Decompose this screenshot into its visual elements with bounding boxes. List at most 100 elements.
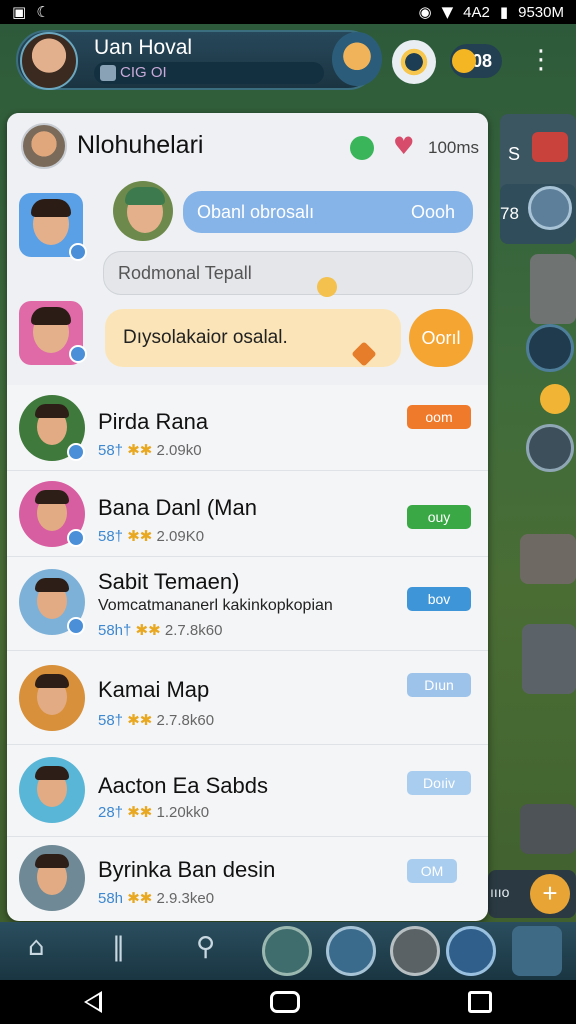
group-avatar[interactable]: [21, 123, 67, 169]
list-item[interactable]: Kamai Map 58† ✱✱ 2.7.8k60 Dıun: [7, 651, 488, 745]
contact-subtitle: Vomcatmananerl kakinkopkopian: [98, 597, 333, 614]
emoji-icon[interactable]: [317, 277, 337, 297]
rock-block: [520, 534, 576, 584]
sender-avatar[interactable]: [19, 301, 87, 365]
message-input[interactable]: Rodmonal Tepall: [103, 251, 473, 295]
hair-shape: [35, 766, 69, 780]
contact-name: Aacton Ea Sabds: [98, 773, 269, 798]
status-badge: [67, 617, 85, 635]
recent-apps-icon[interactable]: [468, 991, 492, 1013]
home-button-icon[interactable]: [270, 991, 300, 1013]
side-hud-bottom[interactable]: ıııo +: [488, 870, 576, 918]
shield-icon[interactable]: [446, 926, 496, 976]
contact-meta: 58† ✱✱ 2.7.8k60: [98, 711, 214, 729]
hero-icon[interactable]: [332, 32, 382, 86]
game-header: Uan Hoval CIG OI 08 ⋮: [10, 26, 566, 96]
side-hud-top-label: S: [508, 144, 521, 164]
stone-ruin: [520, 804, 576, 854]
stars-icon: ✱✱: [135, 622, 161, 639]
coin-icon: [452, 49, 476, 73]
status-tag[interactable]: bov: [407, 587, 471, 611]
battery-icon: ▮: [499, 3, 509, 21]
hair-shape: [35, 854, 69, 868]
hair-shape: [35, 490, 69, 504]
moon-icon: ☾: [36, 3, 50, 21]
paint-icon[interactable]: [262, 926, 312, 976]
contact-meta-lead: 28†: [98, 804, 124, 821]
hair-shape: [31, 199, 71, 217]
member-count: 100ms: [428, 138, 480, 157]
message-text: Dıysolakaior osalal.: [123, 327, 288, 348]
side-hud-top[interactable]: S: [500, 114, 576, 194]
contact-meta-lead: 58†: [98, 528, 124, 545]
home-icon[interactable]: ⌂: [28, 932, 45, 962]
message-bubble-blue[interactable]: Obanl obrosalı Oooh: [183, 191, 473, 233]
game-toolbar: ⌂ ‖ ⚲: [0, 922, 576, 980]
hat-shape: [125, 187, 165, 205]
contact-name: Pirda Rana: [98, 409, 209, 434]
eye-status-icon: ◉: [418, 3, 432, 21]
group-name: Nlohuhelari: [77, 131, 204, 159]
status-badge: [67, 443, 85, 461]
contact-meta-lead: 58†: [98, 712, 124, 729]
sender-avatar[interactable]: [19, 193, 87, 261]
status-tag[interactable]: ouy: [407, 505, 471, 529]
side-hud-mid-label: 78: [500, 204, 519, 223]
contact-name: Byrinka Ban desin: [98, 857, 276, 882]
status-badge: [69, 243, 87, 261]
clan-icon: [100, 65, 116, 81]
pause-icon[interactable]: ‖: [112, 932, 125, 962]
leader-avatar[interactable]: [113, 181, 173, 241]
player-name: Uan Hoval: [94, 36, 193, 59]
stars-icon: ✱✱: [127, 890, 153, 907]
quill-button-icon[interactable]: [512, 926, 562, 976]
list-item[interactable]: Aacton Ea Sabds 28† ✱✱ 1.20kk0 Doıiv: [7, 745, 488, 837]
contact-meta-value: 2.09K0: [156, 528, 205, 545]
list-item[interactable]: Byrinka Ban desin 58h ✱✱ 2.9.3ke0 OM: [7, 837, 488, 921]
contact-meta-lead: 58h: [98, 890, 124, 907]
stars-icon: ✱✱: [127, 804, 153, 821]
tools-icon[interactable]: [526, 424, 574, 472]
plus-icon: +: [530, 874, 570, 914]
message-text: Obanl obrosalı: [197, 202, 315, 222]
contact-meta: 58† ✱✱ 2.09K0: [98, 527, 204, 545]
back-icon[interactable]: [84, 991, 102, 1013]
stars-icon: ✱✱: [127, 442, 153, 459]
stone-block: [530, 254, 576, 324]
status-tag[interactable]: Dıun: [407, 673, 471, 697]
list-item[interactable]: Bana Danl (Man 58† ✱✱ 2.09K0 ouy: [7, 471, 488, 557]
axe-icon[interactable]: [526, 324, 574, 372]
sword-button-icon[interactable]: [326, 926, 376, 976]
accept-button[interactable]: Oorıl: [409, 309, 473, 367]
status-badge: [69, 345, 87, 363]
clock: 9530M: [518, 3, 564, 21]
group-chat: Nlohuhelari ♥ 100ms Obanl obrosalı Oooh …: [7, 113, 488, 385]
coin-counter[interactable]: 08: [450, 44, 502, 78]
hair-shape: [35, 674, 69, 688]
horse-icon[interactable]: [390, 926, 440, 976]
signal-label: 4A2: [463, 3, 490, 21]
list-item[interactable]: Sabit Temaen) Vomcatmananerl kakinkopkop…: [7, 557, 488, 651]
contact-meta: 58† ✱✱ 2.09k0: [98, 441, 202, 459]
contact-meta-value: 1.20kk0: [156, 804, 210, 821]
eye-icon[interactable]: [392, 40, 436, 84]
contact-name: Sabit Temaen): [98, 569, 240, 594]
more-menu-icon[interactable]: ⋮: [528, 40, 554, 80]
heart-icon[interactable]: ♥: [393, 133, 419, 159]
contact-meta: 58h ✱✱ 2.9.3ke0: [98, 889, 214, 907]
message-reply: Oooh: [410, 202, 455, 222]
contact-name: Bana Danl (Man: [98, 495, 257, 520]
status-tag[interactable]: Doıiv: [407, 771, 471, 795]
player-avatar[interactable]: [20, 32, 78, 90]
list-item[interactable]: Pirda Rana 58† ✱✱ 2.09k0 oom: [7, 385, 488, 471]
status-tag[interactable]: OM: [407, 859, 457, 883]
status-tag[interactable]: oom: [407, 405, 471, 429]
search-icon[interactable]: ⚲: [196, 932, 215, 962]
wifi-icon: ▼: [441, 3, 454, 21]
contact-meta-lead: 58h†: [98, 622, 132, 639]
chat-panel: Nlohuhelari ♥ 100ms Obanl obrosalı Oooh …: [7, 113, 488, 921]
contact-name: Kamai Map: [98, 677, 210, 702]
contact-meta-value: 2.7.8k60: [156, 712, 215, 729]
player-subtitle-text: CIG OI: [120, 64, 167, 81]
side-hud-mid[interactable]: 78: [500, 184, 576, 244]
